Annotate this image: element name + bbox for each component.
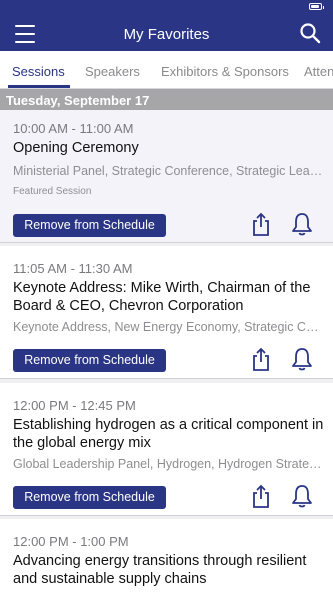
- session-title[interactable]: Advancing energy transitions through res…: [13, 552, 325, 588]
- session-title[interactable]: Keynote Address: Mike Wirth, Chairman of…: [13, 279, 325, 315]
- session-title[interactable]: Opening Ceremony: [13, 139, 325, 157]
- bell-icon[interactable]: [290, 483, 314, 509]
- session-time: 10:00 AM - 11:00 AM: [13, 121, 134, 136]
- date-section-header: Tuesday, September 17: [0, 89, 333, 110]
- active-tab-indicator: [8, 85, 70, 88]
- bell-icon[interactable]: [290, 211, 314, 237]
- search-icon[interactable]: [299, 22, 321, 44]
- session-time: 11:05 AM - 11:30 AM: [13, 261, 133, 276]
- share-icon[interactable]: [249, 211, 273, 237]
- tab-exhibitors-sponsors[interactable]: Exhibitors & Sponsors: [161, 64, 289, 79]
- featured-session-label: Featured Session: [13, 186, 92, 197]
- session-card[interactable]: 12:00 PM - 1:00 PM Advancing energy tran…: [0, 519, 333, 592]
- session-time: 12:00 PM - 1:00 PM: [13, 534, 129, 549]
- remove-from-schedule-button[interactable]: Remove from Schedule: [13, 349, 166, 372]
- battery-icon: [309, 3, 324, 10]
- remove-from-schedule-button[interactable]: Remove from Schedule: [13, 214, 166, 237]
- share-icon[interactable]: [249, 346, 273, 372]
- session-title[interactable]: Establishing hydrogen as a critical comp…: [13, 416, 325, 452]
- tab-bar: Sessions Speakers Exhibitors & Sponsors …: [0, 51, 333, 89]
- tab-sessions[interactable]: Sessions: [12, 64, 65, 79]
- share-icon[interactable]: [249, 483, 273, 509]
- session-card[interactable]: 11:05 AM - 11:30 AM Keynote Address: Mik…: [0, 246, 333, 379]
- tab-speakers[interactable]: Speakers: [85, 64, 140, 79]
- session-tags: Global Leadership Panel, Hydrogen, Hydro…: [13, 457, 323, 471]
- remove-from-schedule-button[interactable]: Remove from Schedule: [13, 486, 166, 509]
- tab-attendees[interactable]: Atten: [304, 64, 333, 79]
- session-tags: Keynote Address, New Energy Economy, Str…: [13, 320, 323, 334]
- page-title: My Favorites: [123, 26, 210, 43]
- session-card[interactable]: 10:00 AM - 11:00 AM Opening Ceremony Min…: [0, 110, 333, 243]
- session-time: 12:00 PM - 12:45 PM: [13, 398, 136, 413]
- session-tags: Ministerial Panel, Strategic Conference,…: [13, 164, 323, 178]
- session-card[interactable]: 12:00 PM - 12:45 PM Establishing hydroge…: [0, 383, 333, 516]
- bell-icon[interactable]: [290, 346, 314, 372]
- app-bar: My Favorites: [0, 0, 333, 51]
